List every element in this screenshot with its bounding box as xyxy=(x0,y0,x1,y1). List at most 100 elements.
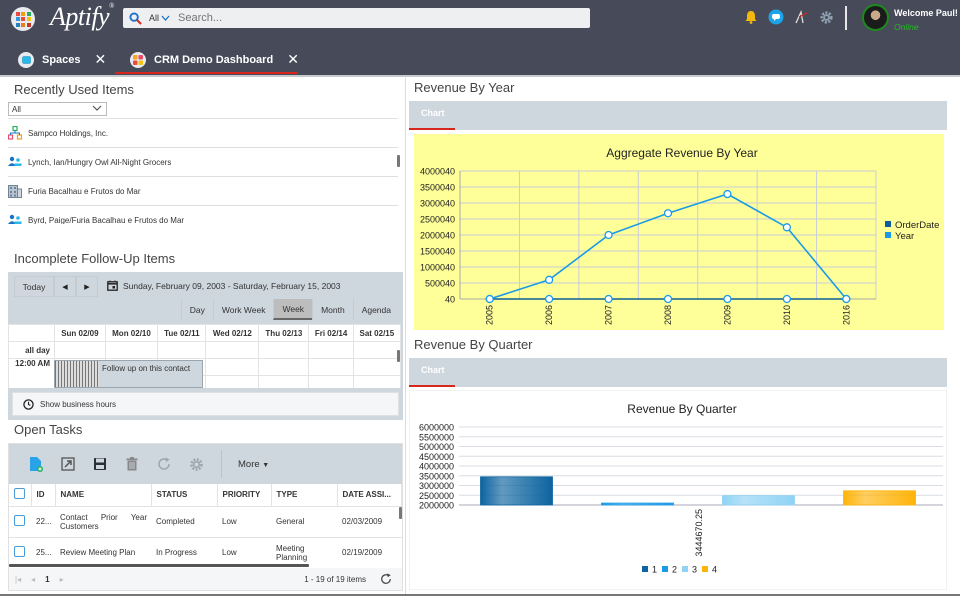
next-page-icon[interactable]: ▸ xyxy=(60,575,64,584)
view-day[interactable]: Day xyxy=(180,299,213,320)
allday-label: all day xyxy=(8,341,55,359)
x-tick-label: 2016 xyxy=(841,305,851,325)
time-cell[interactable] xyxy=(205,358,260,376)
chat-icon[interactable] xyxy=(768,9,784,25)
y-tick-label: 2500000 xyxy=(419,491,454,501)
search-input[interactable] xyxy=(178,12,590,24)
y-tick-label: 3000000 xyxy=(419,481,454,491)
list-item[interactable]: Furia Bacalhau e Frutos do Mar xyxy=(8,177,398,206)
time-cell[interactable] xyxy=(308,358,354,376)
allday-cell[interactable] xyxy=(205,341,260,359)
caret-right-icon: ▶ xyxy=(84,283,90,291)
data-point xyxy=(604,294,613,304)
tasks-vertical-scrollbar[interactable] xyxy=(399,507,402,519)
column-header-status[interactable]: STATUS xyxy=(151,484,218,507)
allday-cell[interactable] xyxy=(54,341,106,359)
column-header-date[interactable]: DATE ASSI... xyxy=(337,484,402,507)
active-tab-indicator xyxy=(409,385,455,387)
chart-tab[interactable]: Chart xyxy=(421,108,445,118)
gear-icon[interactable] xyxy=(818,9,834,25)
data-point xyxy=(842,294,851,304)
view-month[interactable]: Month xyxy=(312,299,353,320)
tab-spaces[interactable]: Spaces ✕ xyxy=(18,47,106,72)
next-button[interactable]: ▶ xyxy=(76,276,98,297)
more-menu-button[interactable]: More ▼ xyxy=(238,459,269,470)
new-record-button[interactable] xyxy=(27,455,45,473)
column-header-id[interactable]: ID xyxy=(31,484,56,507)
followup-calendar: Today ◀ ▶ Sunday, February 09, 2003 - Sa… xyxy=(8,272,403,420)
column-header-type[interactable]: TYPE xyxy=(271,484,338,507)
bell-icon[interactable] xyxy=(743,9,759,25)
time-cell[interactable] xyxy=(352,358,401,376)
delete-button[interactable] xyxy=(123,455,141,473)
today-button[interactable]: Today xyxy=(14,276,54,297)
recent-filter-value: All xyxy=(12,104,21,114)
legend-label: Year xyxy=(895,231,914,242)
aptify-icon[interactable] xyxy=(793,9,809,25)
recent-items-list: Sampco Holdings, Inc. Lynch, Ian/Hungry … xyxy=(8,118,398,224)
y-tick-label: 2500040 xyxy=(420,215,455,225)
column-header-priority[interactable]: PRIORITY xyxy=(217,484,272,507)
time-cell[interactable] xyxy=(205,375,260,388)
allday-cell[interactable] xyxy=(157,341,207,359)
allday-cell[interactable] xyxy=(258,341,310,359)
search-scope-dropdown[interactable]: All xyxy=(149,13,170,23)
date-range[interactable]: Sunday, February 09, 2003 - Saturday, Fe… xyxy=(107,280,341,291)
time-cell[interactable] xyxy=(308,375,354,388)
table-row[interactable]: 22... Contact Prior Year Customers Compl… xyxy=(9,506,402,538)
refresh-button[interactable] xyxy=(155,455,173,473)
legend-swatch xyxy=(885,232,891,238)
row-checkbox[interactable] xyxy=(14,546,25,557)
new-document-icon xyxy=(30,457,43,472)
legend-swatch xyxy=(702,566,708,572)
list-item[interactable]: Sampco Holdings, Inc. xyxy=(8,119,398,148)
x-tick-label: 2006 xyxy=(544,305,554,325)
caret-left-icon: ◀ xyxy=(62,283,68,291)
view-work-week[interactable]: Work Week xyxy=(212,299,274,320)
save-icon xyxy=(94,458,106,470)
list-item[interactable]: Byrd, Paige/Furia Bacalhau e Frutos do M… xyxy=(8,206,398,224)
welcome-text: Welcome Paul! xyxy=(894,8,958,18)
app-launcher-button[interactable] xyxy=(11,7,35,31)
calendar-scrollbar[interactable] xyxy=(397,350,400,362)
prev-button[interactable]: ◀ xyxy=(54,276,76,297)
time-cell[interactable] xyxy=(352,375,401,388)
pager-summary: 1 - 19 of 19 items xyxy=(304,574,366,584)
search-icon[interactable] xyxy=(125,8,145,28)
recent-scrollbar[interactable] xyxy=(397,155,400,167)
close-icon[interactable]: ✕ xyxy=(95,51,107,68)
x-tick-label: 2008 xyxy=(663,305,673,325)
more-label: More xyxy=(238,458,260,470)
avatar[interactable] xyxy=(862,4,889,31)
tab-crm-demo-dashboard[interactable]: CRM Demo Dashboard ✕ xyxy=(130,47,299,72)
allday-cell[interactable] xyxy=(308,341,354,359)
view-agenda[interactable]: Agenda xyxy=(352,299,399,320)
column-header-name[interactable]: NAME xyxy=(55,484,152,507)
legend-swatch xyxy=(885,221,891,227)
calendar-event[interactable]: Follow up on this contact xyxy=(54,360,203,388)
select-all-checkbox[interactable] xyxy=(14,488,25,500)
first-page-icon[interactable]: |◂ xyxy=(15,575,21,584)
chart-title: Aggregate Revenue By Year xyxy=(606,146,757,160)
view-week[interactable]: Week xyxy=(273,299,313,320)
list-item[interactable]: Lynch, Ian/Hungry Owl All-Night Grocers xyxy=(8,148,398,177)
current-page[interactable]: 1 xyxy=(45,575,49,584)
gear-search-icon xyxy=(189,457,203,471)
recent-filter-dropdown[interactable]: All xyxy=(8,102,107,116)
open-record-button[interactable] xyxy=(59,455,77,473)
chart-tab[interactable]: Chart xyxy=(421,365,445,375)
close-icon[interactable]: ✕ xyxy=(287,51,299,68)
refresh-icon[interactable] xyxy=(380,573,392,585)
time-cell[interactable] xyxy=(258,358,310,376)
save-button[interactable] xyxy=(91,455,109,473)
allday-cell[interactable] xyxy=(104,341,159,359)
row-checkbox[interactable] xyxy=(14,515,25,526)
aptify-logo[interactable]: Aptify® xyxy=(50,2,114,32)
settings-button[interactable] xyxy=(187,455,205,473)
time-cell[interactable] xyxy=(258,375,310,388)
show-business-hours-button[interactable]: Show business hours xyxy=(12,392,399,416)
allday-cell[interactable] xyxy=(352,341,401,359)
prev-page-icon[interactable]: ◂ xyxy=(31,575,35,584)
tasks-horizontal-scrollbar[interactable] xyxy=(9,564,309,567)
cell-status: Completed xyxy=(151,506,217,538)
